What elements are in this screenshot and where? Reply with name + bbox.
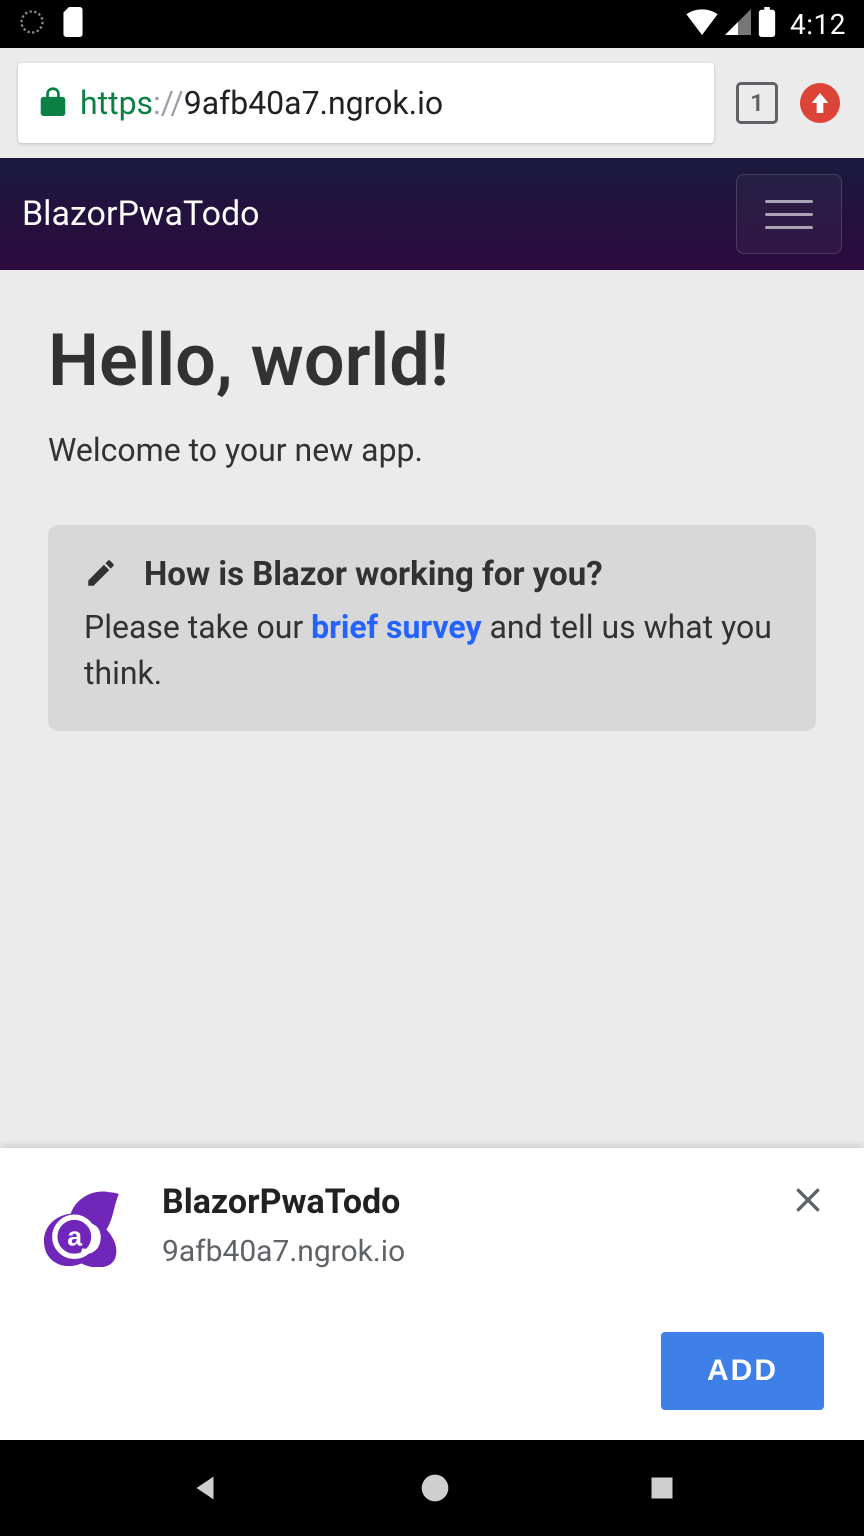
url-bar[interactable]: https://9afb40a7.ngrok.io bbox=[18, 63, 714, 143]
url-host: 9afb40a7.ngrok.io bbox=[184, 84, 443, 122]
hamburger-icon bbox=[765, 200, 813, 203]
wifi-icon bbox=[686, 9, 718, 39]
url-text: https://9afb40a7.ngrok.io bbox=[80, 84, 443, 122]
hamburger-icon bbox=[765, 213, 813, 216]
page-subtitle: Welcome to your new app. bbox=[48, 431, 816, 469]
hamburger-menu-button[interactable] bbox=[736, 174, 842, 254]
tabs-button[interactable]: 1 bbox=[736, 82, 778, 124]
survey-body-pre: Please take our bbox=[84, 608, 311, 646]
tabs-count: 1 bbox=[750, 89, 764, 117]
survey-card: How is Blazor working for you? Please ta… bbox=[48, 525, 816, 731]
loading-spinner-icon bbox=[18, 8, 46, 40]
android-nav-bar bbox=[0, 1440, 864, 1536]
survey-title: How is Blazor working for you? bbox=[144, 555, 603, 594]
android-status-bar: 4:12 bbox=[0, 0, 864, 48]
app-header: BlazorPwaTodo bbox=[0, 158, 864, 270]
chrome-update-badge-icon[interactable] bbox=[800, 83, 840, 123]
url-scheme: https bbox=[80, 84, 153, 122]
battery-icon bbox=[758, 7, 776, 41]
pwa-app-icon: a bbox=[40, 1182, 130, 1272]
survey-body: Please take our brief survey and tell us… bbox=[84, 604, 780, 697]
back-button[interactable] bbox=[188, 1471, 222, 1505]
clock-time: 4:12 bbox=[790, 8, 846, 41]
svg-text:a: a bbox=[67, 1222, 82, 1252]
recent-apps-button[interactable] bbox=[648, 1474, 676, 1502]
pwa-host: 9afb40a7.ngrok.io bbox=[162, 1234, 760, 1269]
hamburger-icon bbox=[765, 226, 813, 229]
survey-link[interactable]: brief survey bbox=[311, 608, 481, 646]
app-title: BlazorPwaTodo bbox=[22, 194, 260, 234]
pwa-install-prompt: a BlazorPwaTodo 9afb40a7.ngrok.io ADD bbox=[0, 1148, 864, 1440]
cellular-signal-icon bbox=[724, 9, 752, 39]
add-button[interactable]: ADD bbox=[661, 1332, 824, 1410]
pwa-title: BlazorPwaTodo bbox=[162, 1182, 760, 1222]
home-button[interactable] bbox=[419, 1472, 451, 1504]
lock-icon bbox=[40, 86, 66, 120]
close-button[interactable] bbox=[792, 1182, 824, 1226]
sd-card-icon bbox=[60, 7, 86, 41]
pencil-icon bbox=[84, 556, 118, 594]
main-content: Hello, world! Welcome to your new app. H… bbox=[0, 270, 864, 731]
url-separator: :// bbox=[153, 84, 184, 122]
page-title: Hello, world! bbox=[48, 318, 816, 403]
browser-toolbar: https://9afb40a7.ngrok.io 1 bbox=[0, 48, 864, 158]
